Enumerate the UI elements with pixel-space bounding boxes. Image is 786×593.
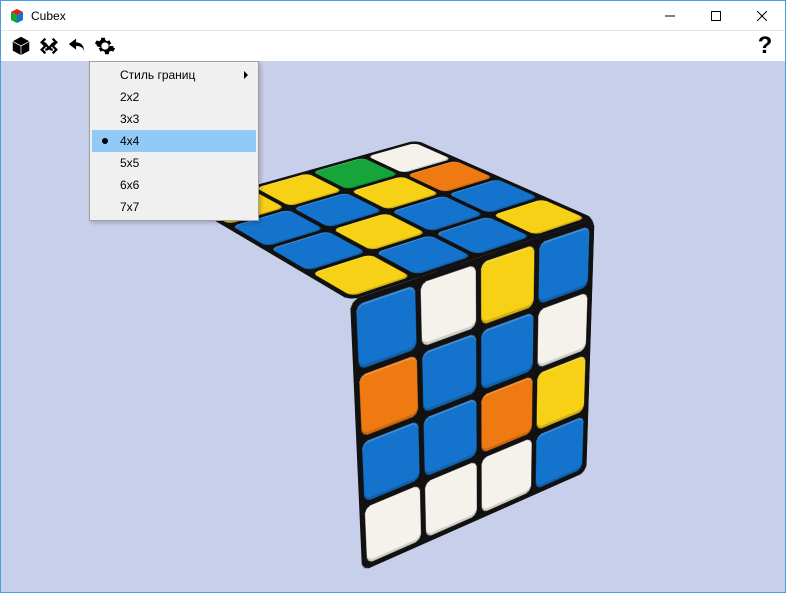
help-icon: ? [758, 32, 773, 60]
window-title: Cubex [31, 9, 66, 23]
close-button[interactable] [739, 1, 785, 31]
window-controls [647, 1, 785, 30]
cube-tile[interactable] [420, 264, 476, 346]
titlebar: Cubex [1, 1, 785, 31]
minimize-button[interactable] [647, 1, 693, 31]
toolbar: ? [1, 31, 785, 61]
selected-bullet-icon [102, 138, 108, 144]
undo-button[interactable] [63, 32, 91, 60]
menu-item-label: 7x7 [120, 200, 139, 214]
menu-item-3x3[interactable]: 3x3 [92, 108, 256, 130]
cube-tile[interactable] [356, 285, 416, 369]
cube-tile[interactable] [538, 226, 589, 304]
menu-item-label: 2x2 [120, 90, 139, 104]
menu-item-4x4[interactable]: 4x4 [92, 130, 256, 152]
menu-item-label: 5x5 [120, 156, 139, 170]
menu-item-2x2[interactable]: 2x2 [92, 86, 256, 108]
menu-item-label: 3x3 [120, 112, 139, 126]
cube-tile[interactable] [481, 245, 534, 325]
menu-item-label: 4x4 [120, 134, 139, 148]
maximize-button[interactable] [693, 1, 739, 31]
menu-item-5x5[interactable]: 5x5 [92, 152, 256, 174]
menu-item-7x7[interactable]: 7x7 [92, 196, 256, 218]
menu-item-border-style[interactable]: Стиль границ [92, 64, 256, 86]
shuffle-button[interactable] [35, 32, 63, 60]
canvas[interactable]: Стиль границ 2x2 3x3 4x4 5x5 6x6 7x7 [1, 61, 785, 592]
settings-menu: Стиль границ 2x2 3x3 4x4 5x5 6x6 7x7 [89, 61, 259, 221]
settings-button[interactable] [91, 32, 119, 60]
cube-button[interactable] [7, 32, 35, 60]
menu-item-label: Стиль границ [120, 68, 195, 82]
app-icon [9, 8, 25, 24]
menu-item-6x6[interactable]: 6x6 [92, 174, 256, 196]
submenu-arrow-icon [244, 71, 248, 79]
menu-item-label: 6x6 [120, 178, 139, 192]
help-button[interactable]: ? [751, 32, 779, 60]
